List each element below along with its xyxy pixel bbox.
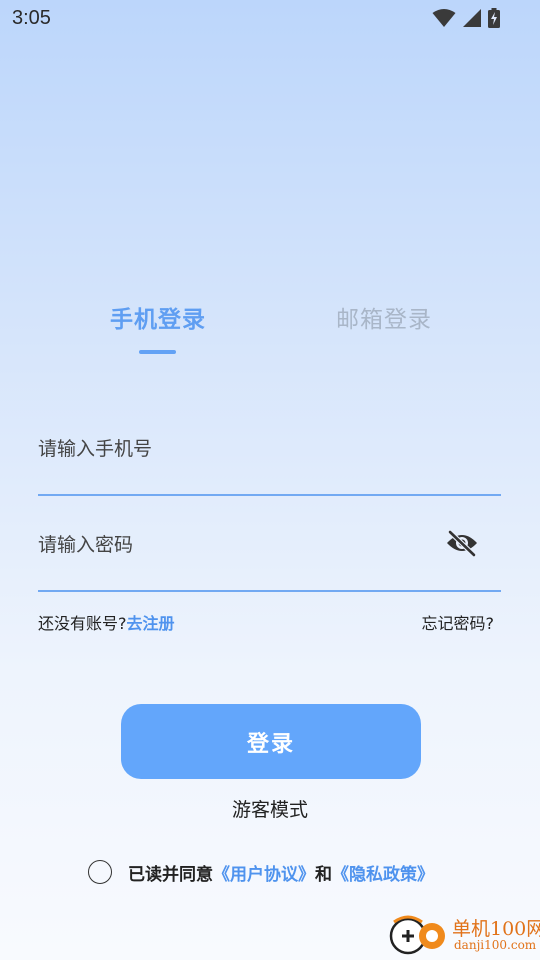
- signal-icon: [462, 8, 482, 32]
- register-prompt: 还没有账号?: [38, 614, 127, 633]
- password-input[interactable]: [38, 526, 438, 564]
- agreement-and: 和: [315, 864, 332, 885]
- watermark-title: 单机100网: [452, 918, 540, 940]
- agree-checkbox[interactable]: [88, 860, 112, 884]
- status-icons: [432, 8, 500, 32]
- guest-mode-link[interactable]: 游客模式: [0, 795, 540, 822]
- register-prompt-row: 还没有账号?去注册: [38, 610, 175, 634]
- status-time: 3:05: [12, 7, 51, 29]
- agreement-prefix: 已读并同意: [128, 864, 213, 885]
- watermark: 单机100网 danji100.com: [388, 912, 540, 960]
- tab-phone-login[interactable]: 手机登录: [110, 300, 206, 334]
- phone-input[interactable]: [38, 430, 438, 468]
- password-field: [38, 516, 501, 592]
- register-link[interactable]: 去注册: [127, 614, 175, 633]
- phone-field: [38, 420, 501, 496]
- status-bar: 3:05: [0, 0, 540, 36]
- tab-email-login[interactable]: 邮箱登录: [336, 300, 432, 334]
- user-agreement-link[interactable]: 《用户协议》: [213, 860, 315, 885]
- watermark-subtitle: danji100.com: [454, 938, 537, 952]
- agreement-row: 已读并同意 《用户协议》 和 《隐私政策》: [88, 858, 434, 886]
- eye-off-icon[interactable]: [445, 528, 479, 558]
- wifi-icon: [432, 8, 456, 32]
- watermark-logo-icon: [388, 912, 450, 960]
- battery-charging-icon: [488, 8, 500, 32]
- forgot-password-link[interactable]: 忘记密码?: [422, 610, 495, 634]
- privacy-policy-link[interactable]: 《隐私政策》: [332, 860, 434, 885]
- login-button[interactable]: 登录: [121, 704, 421, 779]
- account-links-row: 还没有账号?去注册 忘记密码?: [38, 610, 494, 634]
- active-tab-indicator: [139, 350, 176, 354]
